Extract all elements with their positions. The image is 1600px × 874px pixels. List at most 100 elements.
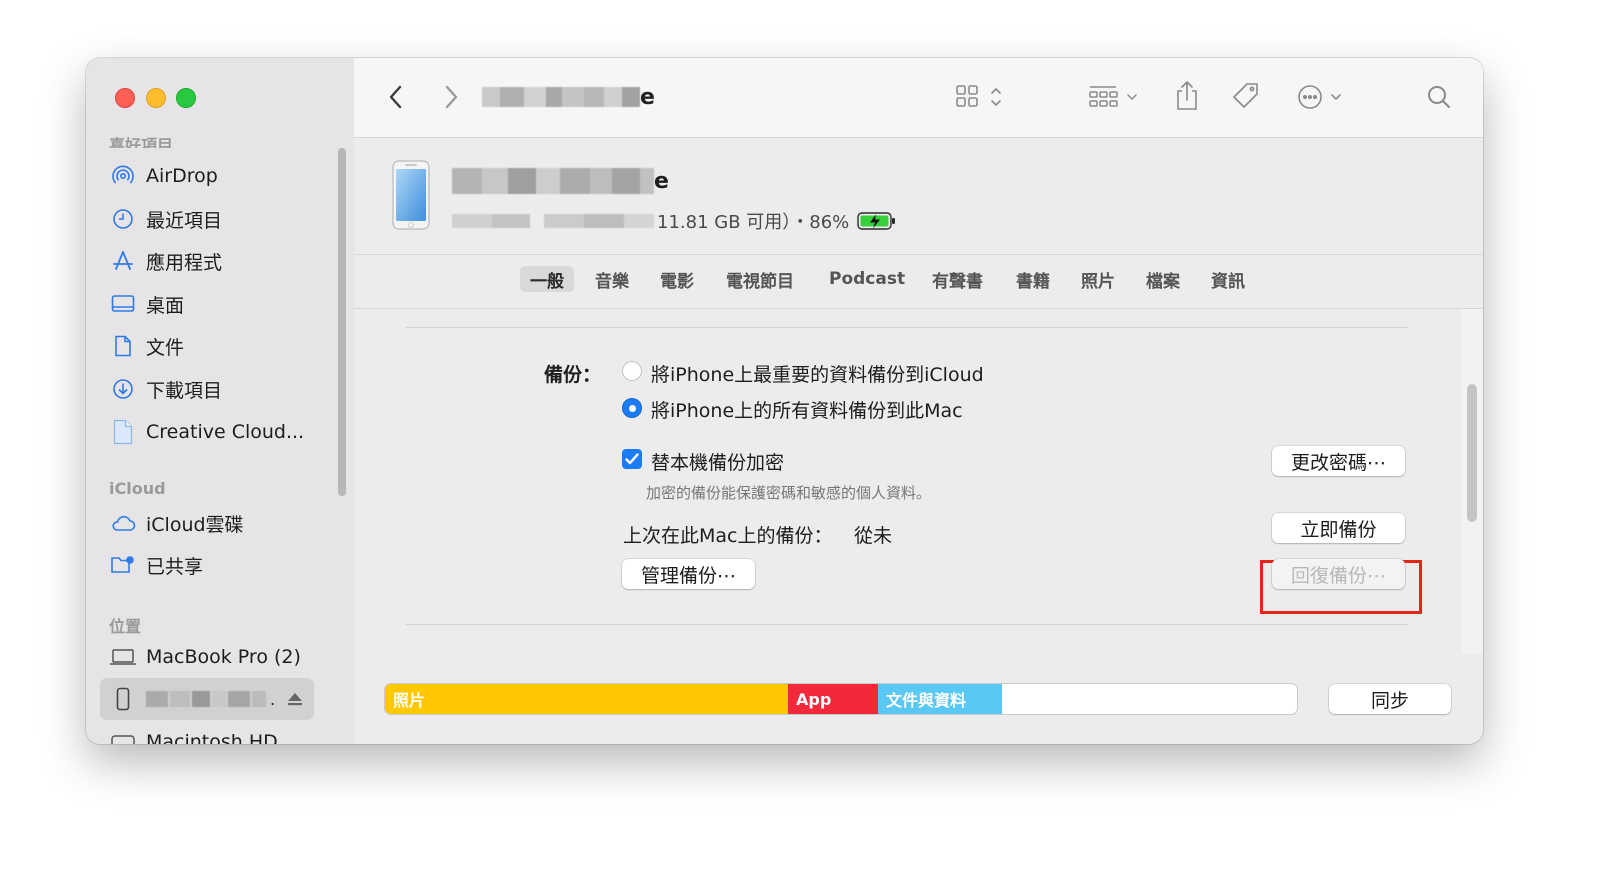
device-name: e <box>452 168 669 194</box>
sidebar-item-label: 文件 <box>146 336 185 359</box>
device-name-suffix: . <box>270 689 276 709</box>
applications-icon <box>108 249 138 273</box>
window-title-suffix: e <box>640 84 655 110</box>
tab-podcast[interactable]: Podcast <box>819 266 915 292</box>
iphone-device-icon <box>392 160 432 236</box>
storage-usage-bar: 照片 App 文件與資料 <box>385 684 1297 714</box>
storage-segment-photos: 照片 <box>385 684 788 714</box>
restore-backup-button[interactable]: 回復備份⋯ <box>1272 559 1405 589</box>
backup-mac-radio[interactable] <box>622 398 642 418</box>
recents-clock-icon <box>108 207 138 231</box>
encrypt-backup-hint: 加密的備份能保護密碼和敏感的個人資料。 <box>646 484 932 502</box>
laptop-icon <box>108 645 138 669</box>
backup-mac-option-label[interactable]: 將iPhone上的所有資料備份到此Mac <box>651 396 963 423</box>
tab-photos[interactable]: 照片 <box>1071 266 1125 292</box>
sidebar-item-label: Macintosh HD <box>146 731 278 744</box>
sidebar-item-label: Creative Cloud... <box>146 421 305 443</box>
device-header: e 11.81 GB 可用）・86% <box>354 138 1483 255</box>
tab-audiobooks[interactable]: 有聲書 <box>922 266 993 292</box>
sidebar-scrollbar[interactable] <box>338 148 346 496</box>
sidebar-item-label: 下載項目 <box>146 379 223 402</box>
sidebar-item-icloud-drive[interactable]: iCloud雲碟 <box>108 505 244 541</box>
tag-icon[interactable] <box>1230 80 1262 112</box>
sidebar-item-creative-cloud[interactable]: Creative Cloud... <box>108 414 304 450</box>
sidebar-item-label: 應用程式 <box>146 251 223 274</box>
manage-backups-button[interactable]: 管理備份⋯ <box>622 559 755 589</box>
disk-icon <box>108 730 138 744</box>
sidebar-item-iphone[interactable]: . <box>108 681 303 717</box>
file-icon <box>108 419 138 445</box>
sidebar-item-applications[interactable]: 應用程式 <box>108 243 222 279</box>
icon-view-grid-icon[interactable] <box>954 82 1010 112</box>
last-backup-label: 上次在此Mac上的備份： <box>623 525 833 547</box>
iphone-icon <box>108 687 138 711</box>
change-password-button[interactable]: 更改密碼⋯ <box>1272 446 1405 476</box>
backup-icloud-radio[interactable] <box>622 361 642 381</box>
sidebar-item-desktop[interactable]: 桌面 <box>108 286 184 322</box>
sidebar-item-label: 已共享 <box>146 555 204 578</box>
tab-tv-shows[interactable]: 電視節目 <box>716 266 804 292</box>
tab-movies[interactable]: 電影 <box>650 266 704 292</box>
sidebar-item-label: iCloud雲碟 <box>146 513 244 536</box>
sidebar-item-airdrop[interactable]: AirDrop <box>108 158 218 194</box>
window-title: e <box>482 82 655 112</box>
search-icon[interactable] <box>1424 82 1454 112</box>
sidebar: 喜好項目 AirDrop 最近項目 應用程式 桌面 文件 下載項目 Creati… <box>86 58 354 744</box>
shared-folder-icon <box>108 553 138 577</box>
cloud-icon <box>108 511 138 535</box>
sidebar-item-label: 桌面 <box>146 294 185 317</box>
divider-top <box>406 327 1408 328</box>
encrypt-backup-label[interactable]: 替本機備份加密 <box>651 448 784 475</box>
close-window-button[interactable] <box>115 88 135 108</box>
eject-icon[interactable] <box>287 692 303 706</box>
forward-chevron-icon[interactable] <box>439 84 463 110</box>
device-storage-info: 11.81 GB 可用）・86% <box>657 212 850 233</box>
tab-info[interactable]: 資訊 <box>1201 266 1255 292</box>
backup-label: 備份： <box>544 364 602 386</box>
back-chevron-icon[interactable] <box>384 84 408 110</box>
sidebar-item-macintosh-hd[interactable]: Macintosh HD <box>108 724 278 744</box>
sidebar-item-downloads[interactable]: 下載項目 <box>108 371 222 407</box>
group-by-icon[interactable] <box>1086 82 1144 112</box>
sync-button[interactable]: 同步 <box>1329 684 1451 714</box>
document-icon <box>108 334 138 358</box>
sidebar-item-macbook[interactable]: MacBook Pro (2) <box>108 639 301 675</box>
sidebar-item-shared[interactable]: 已共享 <box>108 547 203 583</box>
device-tabs: 一般 音樂 電影 電視節目 Podcast 有聲書 書籍 照片 檔案 資訊 <box>354 254 1483 309</box>
sidebar-section-icloud: iCloud <box>109 479 166 498</box>
storage-segment-apps: App <box>788 684 878 714</box>
airdrop-icon <box>108 164 138 188</box>
sidebar-item-documents[interactable]: 文件 <box>108 328 184 364</box>
backup-icloud-option-label[interactable]: 將iPhone上最重要的資料備份到iCloud <box>651 360 984 387</box>
sidebar-item-label: 最近項目 <box>146 209 223 232</box>
device-info-line: 11.81 GB 可用）・86% <box>452 208 897 234</box>
minimize-window-button[interactable] <box>146 88 166 108</box>
battery-charging-icon <box>857 211 897 231</box>
sidebar-section-favorites: 喜好項目 <box>109 136 174 148</box>
tab-music[interactable]: 音樂 <box>585 266 639 292</box>
last-backup-value: 從未 <box>854 525 893 547</box>
checkmark-icon <box>625 453 639 465</box>
finder-window: 喜好項目 AirDrop 最近項目 應用程式 桌面 文件 下載項目 Creati… <box>86 58 1483 744</box>
zoom-window-button[interactable] <box>176 88 196 108</box>
download-icon <box>108 377 138 401</box>
tab-general[interactable]: 一般 <box>520 266 574 292</box>
sidebar-item-label: AirDrop <box>146 165 218 187</box>
tab-books[interactable]: 書籍 <box>1006 266 1060 292</box>
backup-now-button[interactable]: 立即備份 <box>1272 513 1405 543</box>
device-model-redacted <box>452 214 654 228</box>
tab-files[interactable]: 檔案 <box>1136 266 1190 292</box>
toolbar: e <box>354 58 1483 138</box>
title-redacted <box>482 87 640 107</box>
sidebar-item-label: MacBook Pro (2) <box>146 646 301 668</box>
sidebar-section-locations: 位置 <box>109 617 142 636</box>
encrypt-backup-checkbox[interactable] <box>622 449 642 469</box>
sidebar-item-recents[interactable]: 最近項目 <box>108 201 222 237</box>
more-actions-icon[interactable] <box>1294 82 1350 112</box>
divider-bottom <box>406 624 1408 625</box>
desktop-icon <box>108 292 138 316</box>
device-name-suffix: e <box>654 168 669 194</box>
device-name-redacted <box>452 168 654 194</box>
content-scrollbar[interactable] <box>1467 384 1477 522</box>
share-icon[interactable] <box>1172 78 1202 114</box>
